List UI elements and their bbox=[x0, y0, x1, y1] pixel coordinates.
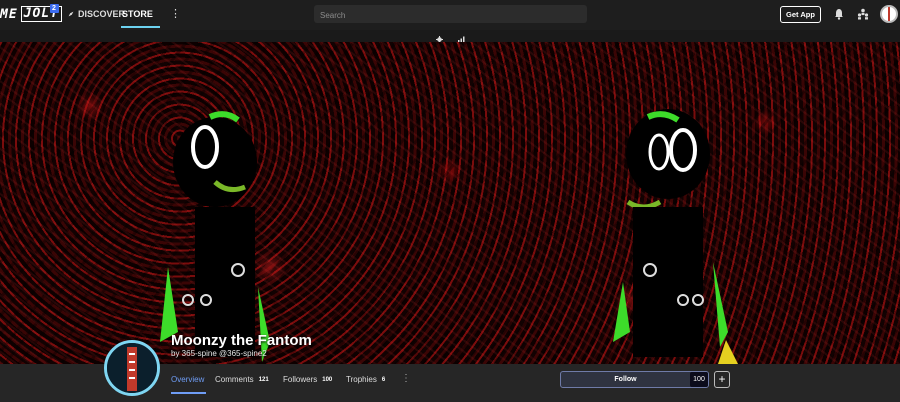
logo-text-left: ME bbox=[0, 6, 18, 22]
tab-overview-label: Overview bbox=[171, 375, 205, 384]
search-input[interactable] bbox=[314, 6, 587, 25]
header-tools-strip bbox=[0, 30, 900, 42]
active-tab-indicator bbox=[121, 26, 160, 28]
banner-creature-left bbox=[160, 111, 270, 362]
gamejolt-logo[interactable]: ME JOLT 2 bbox=[0, 4, 62, 24]
profile-name: Moonzy the Fantom bbox=[171, 332, 312, 349]
add-button[interactable]: + bbox=[714, 371, 730, 388]
tab-trophies-count: 6 bbox=[381, 376, 386, 383]
compass-icon bbox=[68, 11, 74, 17]
tab-followers[interactable]: Followers 100 bbox=[283, 375, 332, 384]
nav-discover-label: DISCOVER bbox=[78, 9, 126, 19]
user-avatar[interactable] bbox=[880, 5, 898, 23]
tab-overview[interactable]: Overview bbox=[171, 375, 204, 384]
profile-avatar-image bbox=[107, 343, 157, 393]
search-box[interactable] bbox=[314, 5, 587, 25]
get-app-button[interactable]: Get App bbox=[780, 6, 821, 23]
avatar-image bbox=[888, 7, 890, 21]
tab-comments-count: 121 bbox=[258, 376, 269, 383]
profile-avatar[interactable] bbox=[104, 340, 160, 396]
nav-more-menu[interactable]: ⋮ bbox=[170, 7, 181, 20]
tab-comments[interactable]: Comments 121 bbox=[215, 375, 269, 384]
tab-trophies-label: Trophies bbox=[346, 375, 377, 384]
profile-banner bbox=[0, 42, 900, 364]
follow-button[interactable]: Follow bbox=[560, 371, 709, 388]
bell-icon[interactable] bbox=[834, 8, 844, 20]
nav-store[interactable]: STORE bbox=[122, 9, 153, 19]
tab-trophies[interactable]: Trophies 6 bbox=[346, 375, 385, 384]
tabs-more-menu[interactable]: ⋮ bbox=[401, 373, 411, 384]
people-icon[interactable] bbox=[857, 8, 869, 20]
profile-handle[interactable]: by 365-spine @365-spine2 bbox=[171, 349, 267, 358]
tab-comments-label: Comments bbox=[215, 375, 254, 384]
tab-followers-count: 100 bbox=[322, 376, 333, 383]
banner-creature-right bbox=[613, 109, 738, 364]
notification-badge: 2 bbox=[50, 4, 59, 13]
active-tab-underline bbox=[171, 392, 206, 394]
tab-followers-label: Followers bbox=[283, 375, 318, 384]
top-navigation-bar: ME JOLT 2 DISCOVER STORE ⋮ Get App bbox=[0, 0, 900, 30]
follow-count-badge: 100 bbox=[690, 372, 708, 387]
nav-discover[interactable]: DISCOVER bbox=[67, 9, 125, 19]
